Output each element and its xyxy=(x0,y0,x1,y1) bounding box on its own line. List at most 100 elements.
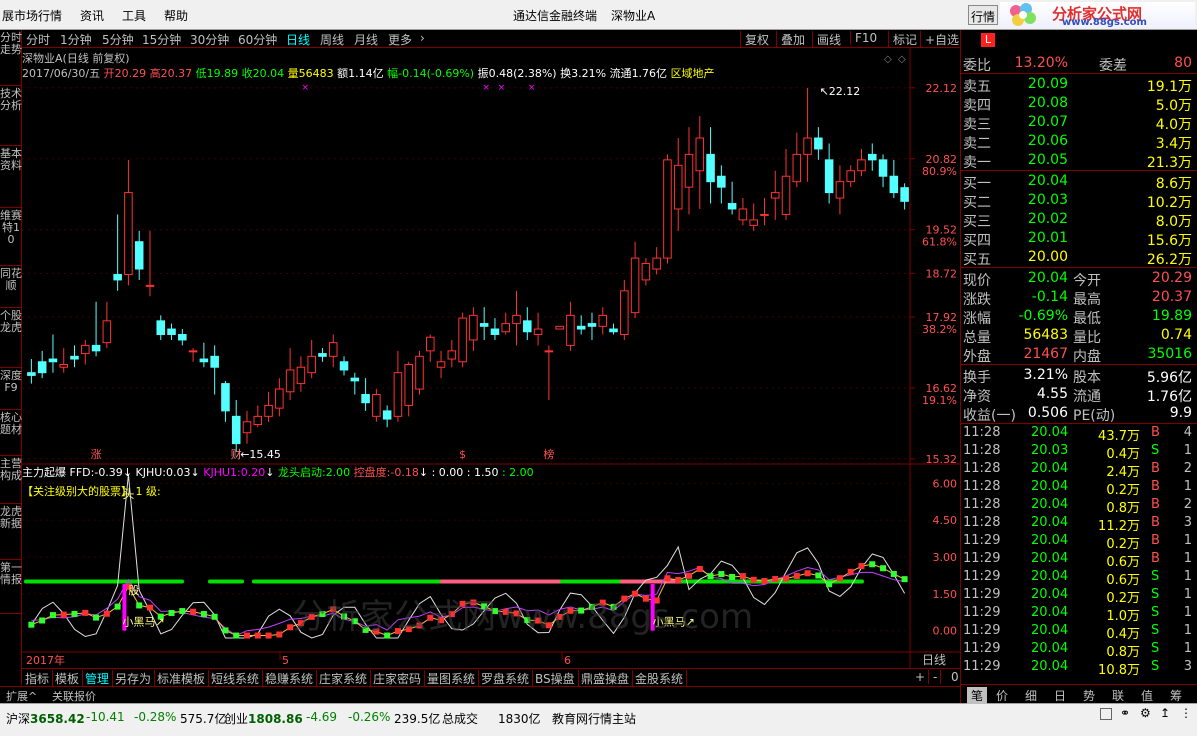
indicator-tab-7[interactable]: 庄家系统 xyxy=(316,670,372,687)
menu-icon[interactable]: ⋮ xyxy=(1180,706,1192,720)
period-tab[interactable]: 周线 xyxy=(320,31,344,48)
fuquan-button[interactable]: 复权 xyxy=(740,31,769,48)
indicator-tab-4[interactable]: 标准模板 xyxy=(154,670,210,687)
indicator-tab-3[interactable]: 另存为 xyxy=(112,670,156,687)
candle-body xyxy=(652,257,661,270)
indicator-tab-12[interactable]: 鼎盛操盘 xyxy=(578,670,634,687)
quote-tab-7[interactable]: 筹 xyxy=(1170,687,1182,704)
quote-tab-0[interactable]: 笔 xyxy=(967,687,988,704)
info-mine-marker[interactable]: × xyxy=(528,83,536,93)
period-tab[interactable]: 1分钟 xyxy=(60,31,92,48)
tick-count: 1 xyxy=(1183,443,1192,458)
candle-body xyxy=(706,153,715,183)
quote-tab-5[interactable]: 联 xyxy=(1112,687,1124,704)
stat-label: 流通 xyxy=(1073,389,1101,405)
indicator-tab-10[interactable]: 罗盘系统 xyxy=(478,670,534,687)
left-tab-2[interactable]: 基本资料 xyxy=(0,146,22,208)
mark-button[interactable]: 标记 xyxy=(888,31,917,48)
tick-count: 1 xyxy=(1183,551,1192,566)
quote-tab-2[interactable]: 细 xyxy=(1025,687,1037,704)
period-tab-more[interactable]: 更多 xyxy=(388,31,412,48)
quote-tab-4[interactable]: 势 xyxy=(1083,687,1095,704)
bar-date: 2017/06/30/五 xyxy=(22,67,101,80)
tick-time: 11:29 xyxy=(963,569,1001,584)
indicator-tab-6[interactable]: 稳赚系统 xyxy=(262,670,318,687)
menu-market[interactable]: 展市场行情 xyxy=(2,7,62,24)
event-marker[interactable]: 榜 xyxy=(543,447,554,461)
period-tab[interactable]: 月线 xyxy=(354,31,378,48)
plus-icon[interactable]: + xyxy=(912,670,930,684)
left-tab-4[interactable]: 同花顺 xyxy=(0,266,22,308)
bid-price: 20.01 xyxy=(1027,230,1068,246)
stat-label: 最低 xyxy=(1073,311,1101,327)
period-tab[interactable]: 30分钟 xyxy=(190,31,229,48)
tick-row: 11:28 20.04 0.2万 B 1 xyxy=(961,479,1197,498)
tick-side: S xyxy=(1151,587,1160,602)
indicator-tab-1[interactable]: 模板 xyxy=(52,670,84,687)
sector-label[interactable]: 区域地产 xyxy=(671,67,715,80)
candle-body xyxy=(339,361,349,371)
indicator-tab-5[interactable]: 短线系统 xyxy=(208,670,264,687)
period-tab[interactable]: 15分钟 xyxy=(142,31,181,48)
link-icon[interactable]: ⚭ xyxy=(1120,706,1130,720)
candle-body xyxy=(134,241,144,270)
period-tab[interactable]: 60分钟 xyxy=(238,31,277,48)
candle-body xyxy=(231,415,241,445)
add-favorite-button[interactable]: +自选 xyxy=(920,31,959,48)
quote-panel: L 委比 13.20% 委差 80 卖五 20.09 19.1万 卖四 20.08 5.0万 卖三 20… xyxy=(960,30,1197,704)
indicator-tab-11[interactable]: BS操盘 xyxy=(532,670,579,687)
info-mine-marker[interactable]: × xyxy=(301,83,309,93)
indicator-tab-13[interactable]: 金股系统 xyxy=(632,670,688,687)
info-mine-marker[interactable]: × xyxy=(498,83,506,93)
indicator-name[interactable]: 主力起爆 xyxy=(22,466,66,479)
indicator-tab-0[interactable]: 指标 xyxy=(22,670,54,687)
quote-tab-1[interactable]: 价 xyxy=(996,687,1008,704)
settings-icon[interactable]: ⚙ xyxy=(1140,706,1151,720)
period-tab[interactable]: 分时 xyxy=(26,31,50,48)
left-tab-1[interactable]: 技术分析 xyxy=(0,86,22,146)
menu-help[interactable]: 帮助 xyxy=(164,7,188,24)
quote-button[interactable]: 行情 xyxy=(968,5,998,25)
period-tab-selected[interactable]: 日线 xyxy=(286,31,310,48)
stat-value: 20.37 xyxy=(1151,289,1192,305)
f10-button[interactable]: F10 xyxy=(850,31,877,45)
overlay-button[interactable]: 叠加 xyxy=(776,31,805,48)
quote-tab-3[interactable]: 日 xyxy=(1054,687,1066,704)
event-marker[interactable]: 财 xyxy=(231,447,242,461)
left-tab-5[interactable]: 个股龙虎 xyxy=(0,308,22,368)
indicator-tab-8[interactable]: 庄家密码 xyxy=(370,670,426,687)
indicator-tab-9[interactable]: 量图系统 xyxy=(424,670,480,687)
left-tab-10[interactable]: 第一情报 xyxy=(0,560,22,614)
period-indicator[interactable]: 日线 xyxy=(922,653,946,667)
period-tab[interactable]: 5分钟 xyxy=(102,31,134,48)
indicator-tab-2[interactable]: 管理 xyxy=(82,670,114,687)
candle-body xyxy=(242,421,252,434)
event-marker[interactable]: $ xyxy=(459,448,466,461)
left-tab-9[interactable]: 龙虎新据 xyxy=(0,504,22,560)
arrow-icon[interactable]: ↥ xyxy=(1160,706,1170,720)
related-quotes-button[interactable]: 关联报价 xyxy=(52,688,96,704)
quote-tab-6[interactable]: 值 xyxy=(1141,687,1153,704)
menu-news[interactable]: 资讯 xyxy=(80,7,104,24)
event-marker[interactable]: 涨 xyxy=(91,448,102,461)
window-icon[interactable] xyxy=(1100,708,1112,720)
bid-row: 买四 20.01 15.6万 xyxy=(961,229,1197,249)
chevron-right-icon[interactable]: › xyxy=(420,31,425,45)
info-mine-marker[interactable]: × xyxy=(483,83,491,93)
left-tab-6[interactable]: 深度F9 xyxy=(0,368,22,410)
indicator-tick-label: 4.50 xyxy=(933,514,958,527)
kline-chart[interactable]: 22.1220.8219.5218.7217.9216.6215.3280.9%… xyxy=(22,48,960,684)
left-tab-7[interactable]: 核心题材 xyxy=(0,410,22,456)
candle-body xyxy=(544,350,554,353)
candle-body xyxy=(27,372,36,376)
left-tab-0[interactable]: 分时走势 xyxy=(0,30,22,86)
status-station[interactable]: 教育网行情主站 xyxy=(552,710,636,727)
left-tab-8[interactable]: 主营构成 xyxy=(0,456,22,504)
draw-button[interactable]: 画线 xyxy=(812,31,841,48)
left-tab-3[interactable]: 维赛特10 xyxy=(0,208,22,266)
menu-tools[interactable]: 工具 xyxy=(122,7,146,24)
ask-price: 20.07 xyxy=(1027,114,1068,130)
candle-body xyxy=(404,364,413,406)
minus-icon[interactable]: - xyxy=(930,670,942,684)
expand-button[interactable]: 扩展^ xyxy=(6,688,37,704)
